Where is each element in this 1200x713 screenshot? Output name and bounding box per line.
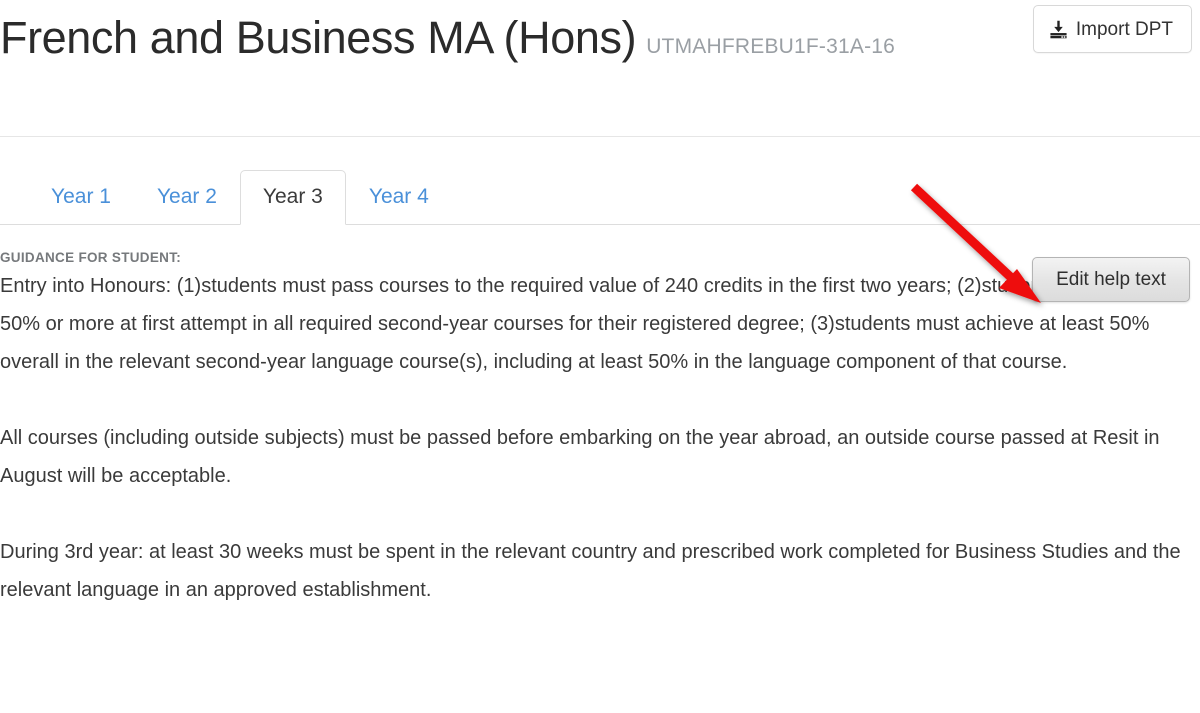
guidance-paragraph-2: All courses (including outside subjects)… [0, 427, 1160, 487]
tab-year-3[interactable]: Year 3 [239, 170, 346, 225]
title-block: French and Business MA (Hons) UTMAHFREBU1… [0, 4, 1000, 72]
page-title: French and Business MA (Hons) [0, 12, 637, 63]
import-dpt-button[interactable]: Import DPT [1032, 5, 1192, 53]
tab-year-2[interactable]: Year 2 [134, 170, 240, 225]
year-tabs: Year 1 Year 2 Year 3 Year 4 [0, 165, 1200, 225]
guidance-label: GUIDANCE FOR STUDENT: [0, 250, 182, 265]
guidance-section: Edit help text GUIDANCE FOR STUDENT: Ent… [0, 250, 1200, 609]
guidance-paragraph-3: During 3rd year: at least 30 weeks must … [0, 541, 1181, 601]
tab-year-1[interactable]: Year 1 [28, 170, 134, 225]
import-dpt-label: Import DPT [1075, 18, 1173, 40]
tab-year-4[interactable]: Year 4 [346, 170, 452, 225]
page-header: French and Business MA (Hons) UTMAHFREBU1… [0, 0, 1200, 137]
guidance-paragraph-1: Entry into Honours: (1)students must pas… [0, 275, 1181, 373]
edit-help-text-button[interactable]: Edit help text [1032, 257, 1190, 302]
guidance-text: Entry into Honours: (1)students must pas… [0, 267, 1194, 609]
page-root: French and Business MA (Hons) UTMAHFREBU1… [0, 0, 1200, 713]
tabs-region: Year 1 Year 2 Year 3 Year 4 [0, 137, 1200, 225]
download-icon [1049, 20, 1068, 39]
program-code: UTMAHFREBU1F-31A-16 [646, 35, 896, 58]
